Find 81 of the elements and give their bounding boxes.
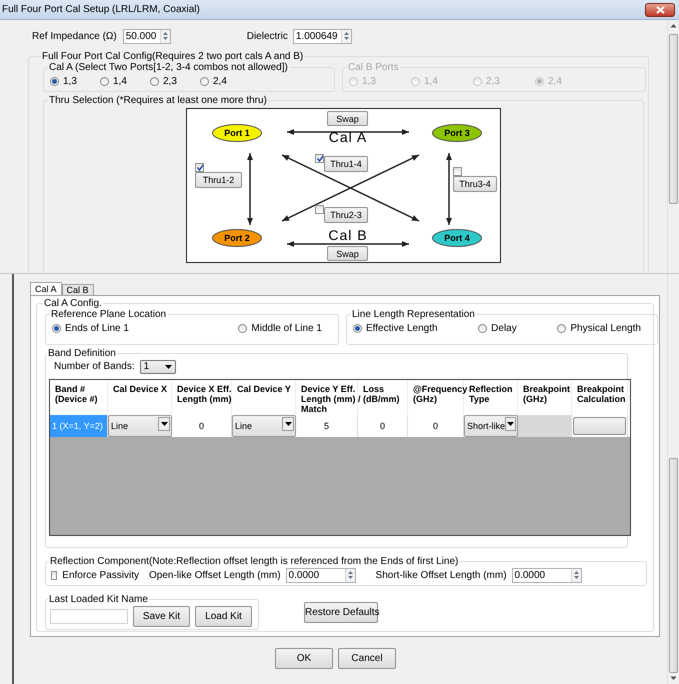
port-node: Port 2: [212, 229, 262, 247]
radio-button[interactable]: 1,3: [50, 76, 100, 87]
cell-dropdown[interactable]: Line: [232, 415, 296, 437]
radio-button[interactable]: 2,3: [150, 76, 200, 87]
spinner-icon[interactable]: [344, 568, 355, 582]
double-arrow: [446, 153, 452, 225]
field-label: Ref Impedance (Ω): [32, 30, 117, 42]
dropdown-button[interactable]: [282, 417, 294, 431]
kit-name-field[interactable]: [50, 608, 128, 624]
dropdown-button[interactable]: [505, 417, 516, 431]
kit-button[interactable]: Load Kit: [195, 606, 252, 626]
spinner-icon[interactable]: [340, 30, 351, 42]
cell-dropdown[interactable]: Line: [108, 415, 172, 437]
group-title: Cal B Ports: [347, 62, 400, 73]
field-label: Number of Bands:: [54, 361, 135, 372]
radio-button[interactable]: 2,4: [200, 76, 250, 87]
spinner-icon[interactable]: [160, 30, 170, 42]
cal-label: Cal A: [328, 129, 368, 145]
port-node: Port 4: [432, 229, 482, 247]
disabled-cell: [518, 415, 572, 437]
group-title: Thru Selection (*Requires at least one more thru): [48, 95, 268, 106]
spinner-icon[interactable]: [570, 568, 581, 582]
thru-button[interactable]: Thru3-4: [453, 176, 497, 192]
number-field[interactable]: 50.000: [122, 28, 171, 44]
group-title: Last Loaded Kit Name: [48, 594, 149, 605]
dropdown-button[interactable]: [158, 417, 170, 431]
close-button[interactable]: [645, 2, 675, 16]
dropdown[interactable]: 1: [140, 360, 176, 374]
group-title: Reference Plane Location: [50, 309, 168, 320]
number-field[interactable]: 0.0000: [512, 568, 582, 582]
scroll-up-icon[interactable]: [670, 23, 677, 28]
dialog-button[interactable]: Cancel: [338, 648, 396, 669]
group-title: Band Definition: [47, 348, 117, 359]
group-title: Line Length Representation: [351, 309, 476, 320]
swap-button[interactable]: Swap: [327, 246, 368, 261]
radio-button[interactable]: Physical Length: [557, 323, 641, 334]
thru-button[interactable]: Thru1-4: [324, 156, 368, 172]
group-title: Cal A (Select Two Ports[1-2, 3-4 combos not allowed]): [48, 62, 289, 73]
group-title: Reflection Component(Note:Reflection offset length is referenced from the Ends of first Line): [49, 556, 460, 567]
kit-button[interactable]: Save Kit: [133, 606, 190, 626]
caret-icon: [507, 422, 514, 426]
table-cell[interactable]: 0: [358, 415, 408, 437]
checkbox[interactable]: [453, 167, 462, 176]
swap-button[interactable]: Swap: [327, 111, 368, 126]
group-title: Cal A Config.: [43, 298, 103, 309]
thru-button[interactable]: Thru2-3: [324, 207, 368, 223]
checkbox[interactable]: [315, 154, 324, 163]
port-node: Port 3: [432, 124, 482, 142]
cell-dropdown[interactable]: Short-like: [464, 415, 518, 437]
cal-label: Cal B: [327, 227, 369, 243]
radio-button[interactable]: 1,4: [100, 76, 150, 87]
double-arrow: [247, 153, 253, 225]
checkbox[interactable]: [315, 205, 324, 214]
radio-button[interactable]: Effective Length: [353, 323, 438, 334]
window-title: Full Four Port Cal Setup (LRL/LRM, Coaxial): [2, 4, 200, 15]
table-cell[interactable]: 5: [296, 415, 358, 437]
field-label: Open-like Offset Length (mm): [149, 570, 281, 580]
thru-button[interactable]: Thru1-2: [195, 172, 242, 188]
group-title: Full Four Port Cal Config(Requires 2 two port cals A and B): [41, 51, 304, 62]
dialog-button[interactable]: OK: [275, 648, 333, 669]
radio-button[interactable]: Ends of Line 1: [52, 323, 129, 334]
caret-icon: [160, 422, 168, 426]
number-field[interactable]: 0.0000: [286, 568, 356, 582]
field-label: Short-like Offset Length (mm): [376, 570, 507, 580]
caret-icon: [164, 364, 172, 368]
scrollbar[interactable]: [667, 20, 679, 273]
field-label: Dielectric: [246, 30, 288, 42]
scrollbar[interactable]: [667, 274, 679, 684]
checkbox[interactable]: Enforce Passivity: [51, 570, 139, 580]
caret-icon: [284, 422, 292, 426]
port-node: Port 1: [212, 124, 262, 142]
radio-button[interactable]: Delay: [478, 323, 517, 334]
checkbox[interactable]: [195, 163, 204, 172]
restore-defaults-button[interactable]: Restore Defaults: [304, 602, 378, 623]
tab[interactable]: Cal A: [30, 282, 62, 295]
cell-button[interactable]: [573, 417, 626, 435]
scroll-down-icon[interactable]: [670, 676, 677, 681]
close-icon: [656, 6, 664, 14]
tab[interactable]: Cal B: [62, 284, 94, 295]
number-field[interactable]: 1.000649: [292, 28, 352, 44]
radio-button[interactable]: Middle of Line 1: [238, 323, 322, 334]
